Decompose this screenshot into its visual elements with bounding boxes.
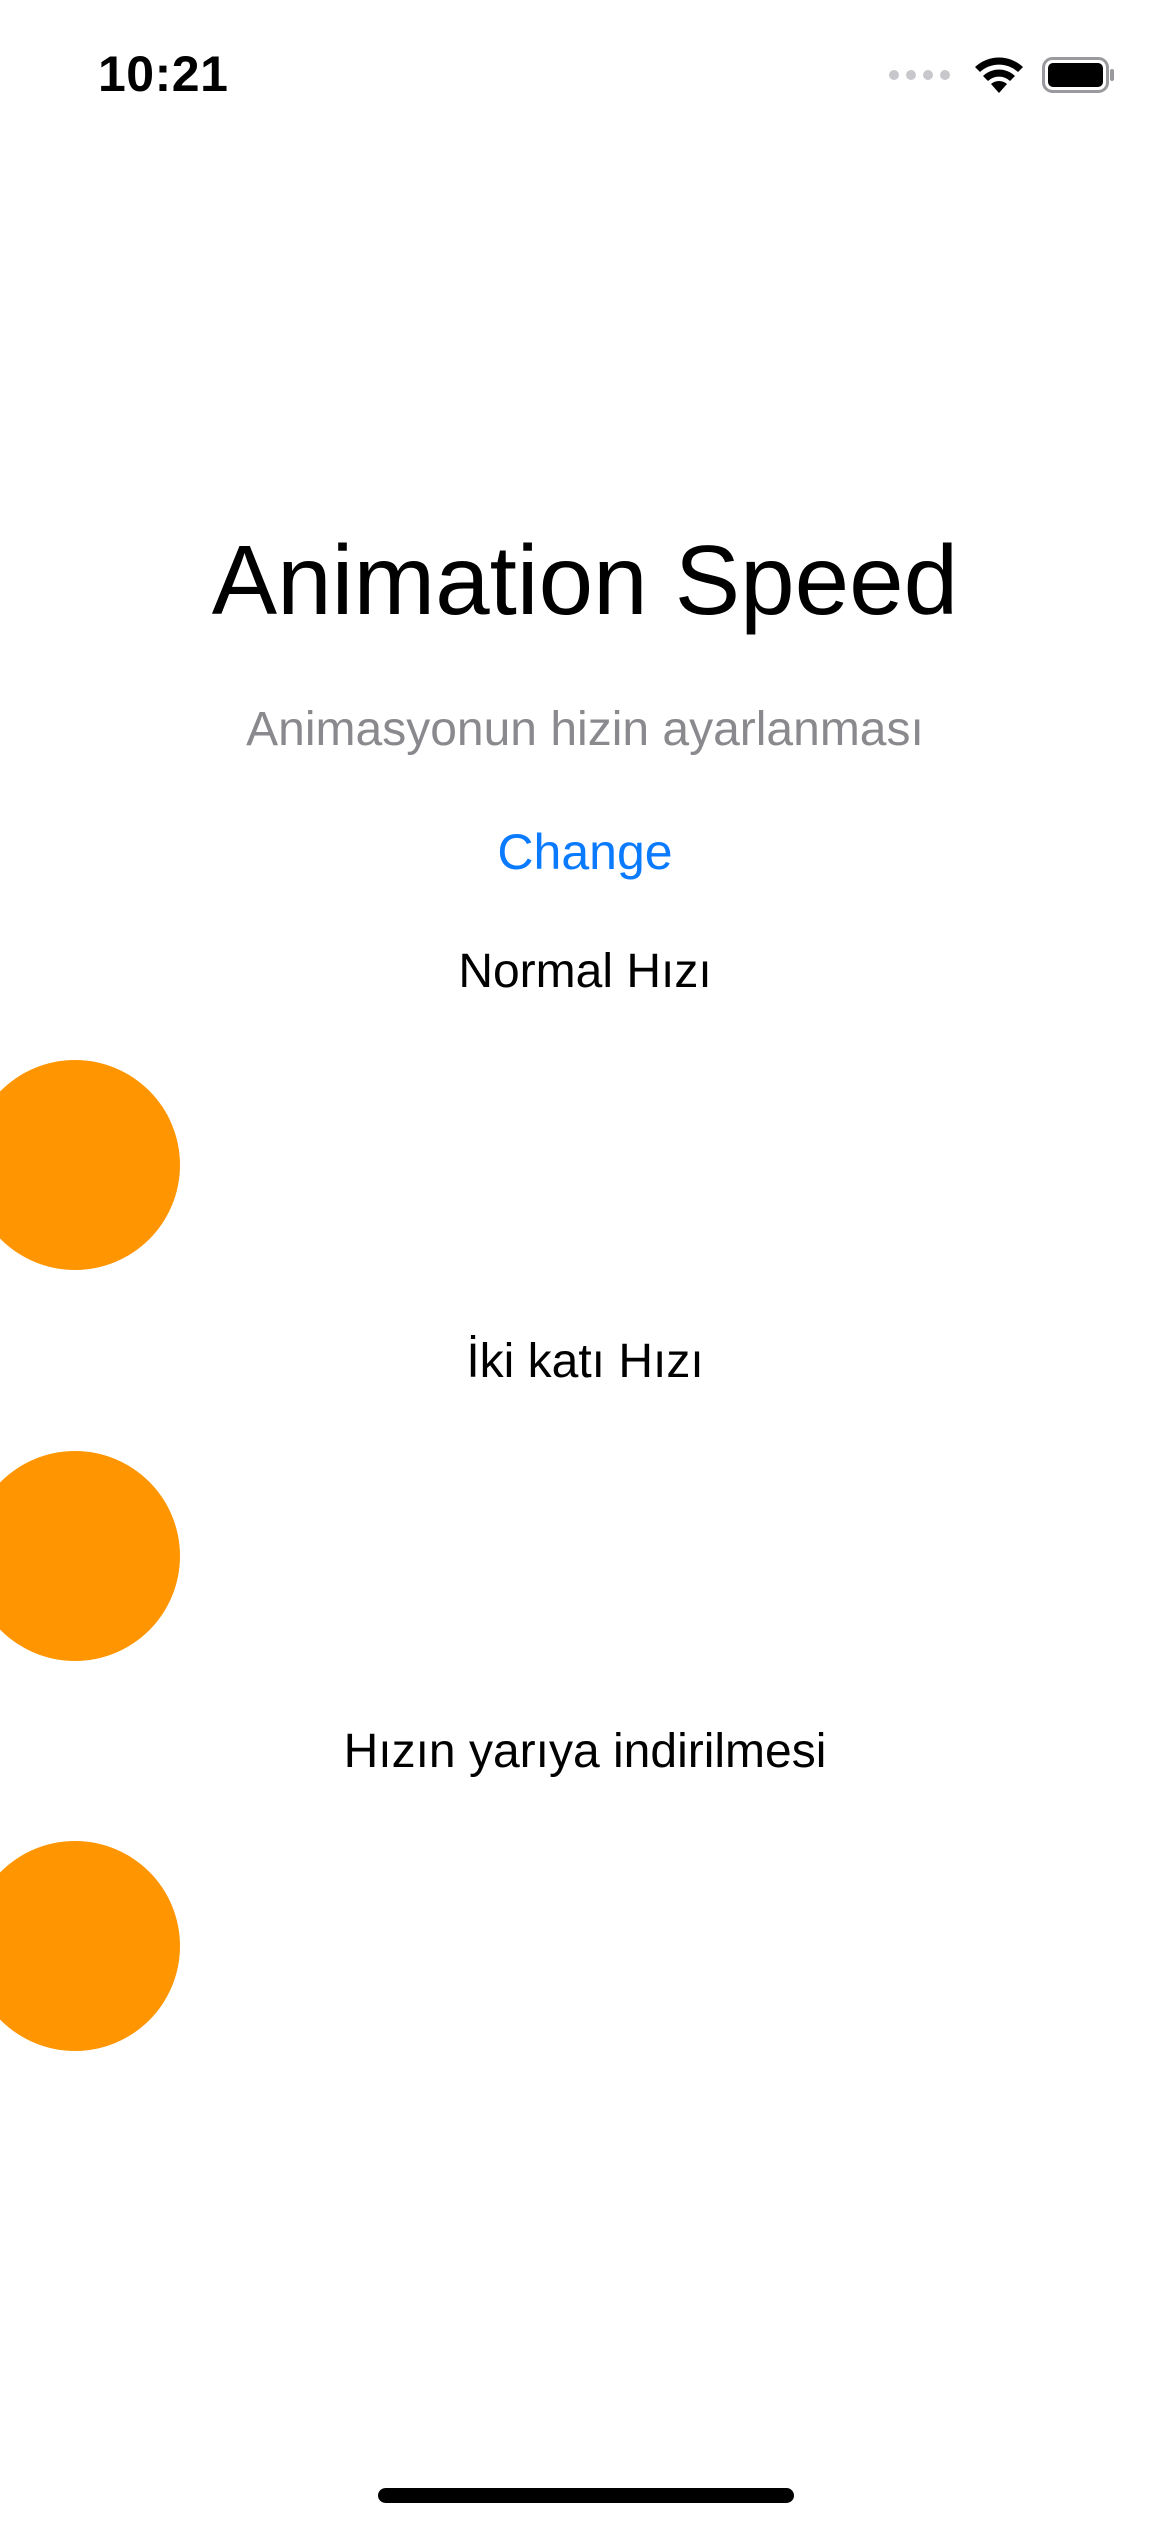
signal-dots-icon <box>889 70 950 80</box>
page-title: Animation Speed <box>211 525 959 635</box>
change-button[interactable]: Change <box>435 812 735 892</box>
half-speed-ball <box>0 1841 180 2051</box>
status-bar: 10:21 <box>0 0 1170 140</box>
normal-speed-label: Normal Hızı <box>458 945 712 998</box>
half-speed-label: Hızın yarıya indirilmesi <box>343 1725 827 1778</box>
normal-speed-ball <box>0 1060 180 1270</box>
battery-full-icon <box>1042 57 1116 93</box>
page-subtitle: Animasyonun hizin ayarlanması <box>246 703 924 756</box>
wifi-icon <box>974 56 1024 94</box>
status-indicators <box>889 52 1116 98</box>
home-indicator[interactable] <box>378 2488 794 2503</box>
double-speed-ball <box>0 1451 180 1661</box>
status-time: 10:21 <box>98 46 229 102</box>
double-speed-label: İki katı Hızı <box>466 1335 704 1388</box>
